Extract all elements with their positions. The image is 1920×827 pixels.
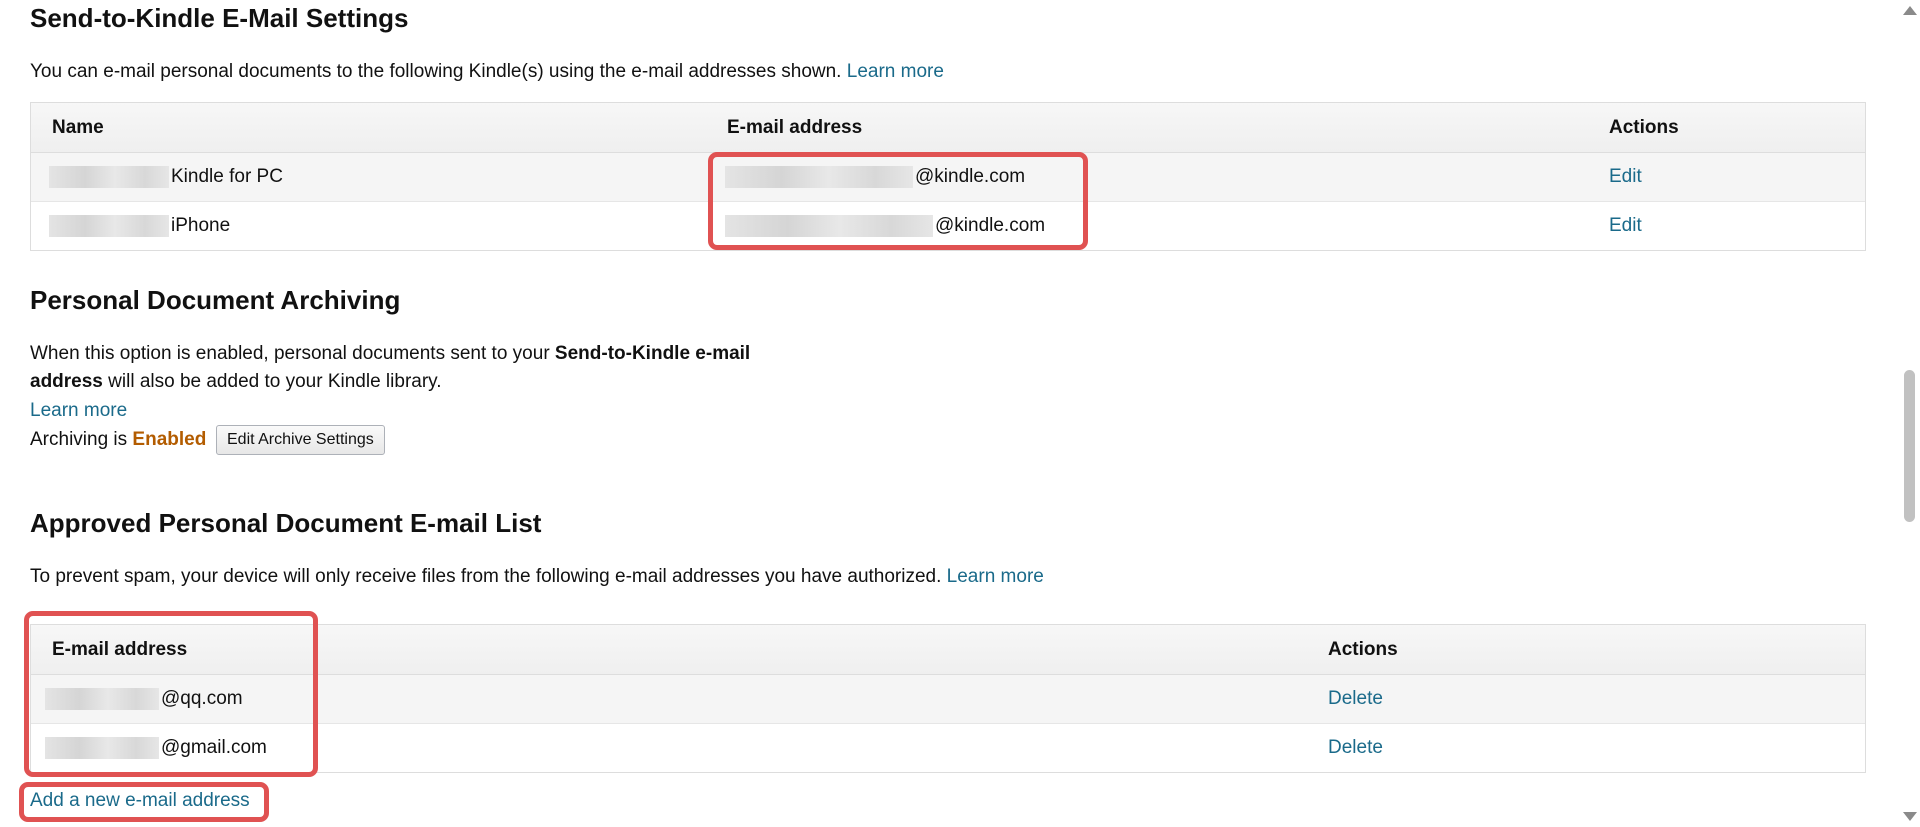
- scroll-up-arrow-icon[interactable]: [1903, 6, 1917, 15]
- table-header: E-mail address Actions: [31, 625, 1865, 675]
- edit-link[interactable]: Edit: [1609, 166, 1642, 188]
- redacted-email: [725, 166, 913, 188]
- scroll-down-arrow-icon[interactable]: [1903, 812, 1917, 821]
- add-new-email-link[interactable]: Add a new e-mail address: [30, 790, 250, 811]
- table-row: iPhone @kindle.com Edit: [31, 202, 1865, 250]
- table-row: @qq.com Delete: [31, 675, 1865, 724]
- approved-description-text: To prevent spam, your device will only r…: [30, 566, 942, 587]
- table-header: Name E-mail address Actions: [31, 103, 1865, 153]
- edit-link-cell: Edit: [1609, 202, 1642, 250]
- approved-learn-more-link[interactable]: Learn more: [947, 566, 1044, 587]
- redacted-name: [49, 215, 169, 237]
- send-to-kindle-description-text: You can e-mail personal documents to the…: [30, 61, 842, 82]
- page: Send-to-Kindle E-Mail Settings You can e…: [0, 0, 1920, 827]
- edit-link-cell: Edit: [1609, 153, 1642, 201]
- edit-archive-settings-button[interactable]: Edit Archive Settings: [216, 425, 385, 455]
- device-email-cell: @kindle.com: [725, 153, 1025, 201]
- redacted-email: [725, 215, 933, 237]
- delete-link-cell: Delete: [1328, 724, 1383, 772]
- send-to-kindle-description: You can e-mail personal documents to the…: [30, 58, 944, 86]
- archiving-desc-text: When this option is enabled, personal do…: [30, 343, 555, 364]
- approved-email-suffix: @qq.com: [161, 688, 243, 709]
- approved-list-title: Approved Personal Document E-mail List: [30, 508, 542, 538]
- device-name-cell: iPhone: [49, 202, 230, 250]
- kindle-devices-table: Name E-mail address Actions Kindle for P…: [30, 102, 1866, 251]
- device-name: Kindle for PC: [171, 166, 283, 187]
- send-to-kindle-title: Send-to-Kindle E-Mail Settings: [30, 3, 409, 33]
- column-header-name: Name: [52, 116, 104, 138]
- archiving-description-line2: address will also be added to your Kindl…: [30, 368, 442, 396]
- table-row: Kindle for PC @kindle.com Edit: [31, 153, 1865, 202]
- device-name: iPhone: [171, 215, 231, 236]
- delete-link[interactable]: Delete: [1328, 688, 1383, 710]
- approved-email-cell: @gmail.com: [45, 724, 267, 772]
- column-header-actions: Actions: [1328, 638, 1398, 660]
- archiving-learn-more-line: Learn more: [30, 397, 127, 425]
- archiving-status: Archiving is Enabled: [30, 426, 206, 454]
- archiving-description-line1: When this option is enabled, personal do…: [30, 340, 750, 368]
- redacted-email: [45, 737, 159, 759]
- approved-email-suffix: @gmail.com: [161, 737, 267, 758]
- delete-link[interactable]: Delete: [1328, 737, 1383, 759]
- archiving-status-label: Archiving is: [30, 429, 133, 450]
- archiving-desc-bold: address: [30, 371, 103, 392]
- device-email-suffix: @kindle.com: [935, 215, 1046, 236]
- column-header-actions: Actions: [1609, 116, 1679, 138]
- approved-list-description: To prevent spam, your device will only r…: [30, 563, 1044, 591]
- archiving-desc-bold: Send-to-Kindle e-mail: [554, 343, 751, 364]
- approved-emails-table: E-mail address Actions @qq.com Delete @g…: [30, 624, 1866, 773]
- edit-link[interactable]: Edit: [1609, 215, 1642, 237]
- send-to-kindle-learn-more-link[interactable]: Learn more: [847, 61, 944, 82]
- archiving-desc-text: will also be added to your Kindle librar…: [102, 371, 442, 392]
- archiving-learn-more-link[interactable]: Learn more: [30, 400, 127, 421]
- redacted-email: [45, 688, 159, 710]
- column-header-email: E-mail address: [52, 638, 188, 660]
- approved-email-cell: @qq.com: [45, 675, 243, 723]
- redacted-name: [49, 166, 169, 188]
- scroll-thumb[interactable]: [1904, 370, 1915, 522]
- archiving-title: Personal Document Archiving: [30, 285, 401, 315]
- device-email-cell: @kindle.com: [725, 202, 1045, 250]
- device-name-cell: Kindle for PC: [49, 153, 283, 201]
- column-header-email: E-mail address: [727, 116, 863, 138]
- vertical-scrollbar[interactable]: [1898, 0, 1920, 827]
- device-email-suffix: @kindle.com: [915, 166, 1026, 187]
- archiving-status-value: Enabled: [132, 429, 207, 450]
- delete-link-cell: Delete: [1328, 675, 1383, 723]
- table-row: @gmail.com Delete: [31, 724, 1865, 772]
- add-email-line: Add a new e-mail address: [30, 787, 250, 815]
